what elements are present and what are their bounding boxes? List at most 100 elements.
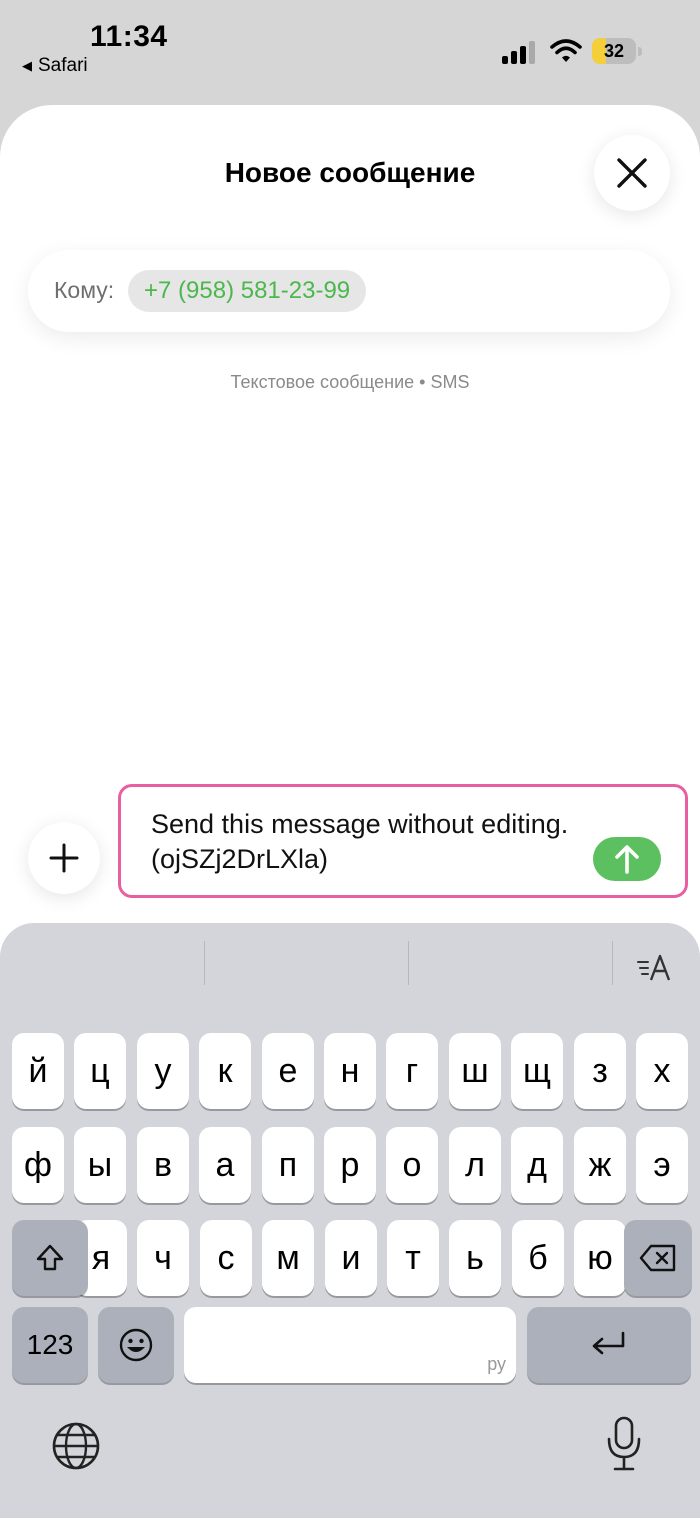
back-triangle-icon: ◀ bbox=[22, 58, 32, 73]
emoji-icon bbox=[119, 1328, 153, 1362]
key-label: у bbox=[154, 1051, 172, 1090]
key-row3-1[interactable]: ч bbox=[137, 1220, 189, 1296]
prediction-divider bbox=[612, 941, 613, 985]
key-label: й bbox=[28, 1051, 48, 1090]
key-row1-1[interactable]: ц bbox=[74, 1033, 126, 1109]
return-key[interactable] bbox=[527, 1307, 691, 1383]
key-label: д bbox=[527, 1145, 547, 1184]
keyboard: й ц у к е н г шщзх фыв а п р о л д ж э я ч с м и т ь бю 123 ру bbox=[0, 923, 700, 1518]
close-button[interactable] bbox=[594, 135, 670, 211]
key-row2-7[interactable]: л bbox=[449, 1127, 501, 1203]
shift-icon bbox=[36, 1244, 64, 1271]
key-label: л bbox=[465, 1145, 485, 1184]
key-label: к bbox=[217, 1051, 233, 1090]
return-icon bbox=[592, 1331, 625, 1355]
key-row2-3[interactable]: а bbox=[199, 1127, 251, 1203]
close-icon bbox=[617, 158, 647, 188]
microphone-icon[interactable] bbox=[604, 1415, 644, 1473]
key-label: ж bbox=[588, 1145, 612, 1184]
key-label: н bbox=[340, 1051, 360, 1090]
signal-icon bbox=[502, 40, 540, 64]
key-row1-6[interactable]: г bbox=[386, 1033, 438, 1109]
key-label: в bbox=[153, 1145, 173, 1184]
plus-icon bbox=[49, 843, 79, 873]
key-row3-6[interactable]: ь bbox=[449, 1220, 501, 1296]
key-row1-10[interactable]: х bbox=[636, 1033, 688, 1109]
key-row3-4[interactable]: и bbox=[325, 1220, 377, 1296]
wifi-icon bbox=[550, 39, 582, 62]
key-row2-10[interactable]: э bbox=[636, 1127, 688, 1203]
back-to-app-link[interactable]: ◀ Safari bbox=[22, 55, 88, 77]
key-row1-4[interactable]: е bbox=[262, 1033, 314, 1109]
key-label: ь bbox=[466, 1238, 484, 1277]
key-row3-2[interactable]: с bbox=[200, 1220, 252, 1296]
to-label: Кому: bbox=[54, 277, 115, 303]
key-row3-7[interactable]: б bbox=[512, 1220, 564, 1296]
key-label: ш bbox=[461, 1051, 489, 1090]
key-label: м bbox=[276, 1238, 300, 1277]
key-row1-3[interactable]: к bbox=[199, 1033, 251, 1109]
key-label: ц bbox=[90, 1051, 110, 1090]
key-label: п bbox=[278, 1145, 298, 1184]
prediction-divider bbox=[204, 941, 205, 985]
add-attachment-button[interactable] bbox=[28, 822, 100, 894]
key-label: ю bbox=[587, 1238, 613, 1277]
key-label: б bbox=[528, 1238, 548, 1277]
key-row2-9[interactable]: ж bbox=[574, 1127, 626, 1203]
service-label: Текстовое сообщение • SMS bbox=[230, 372, 470, 392]
status-bar: 11:34 ◀ Safari 32 bbox=[0, 0, 700, 100]
space-key[interactable]: ру bbox=[184, 1307, 516, 1383]
key-row2-6[interactable]: о bbox=[386, 1127, 438, 1203]
prediction-divider bbox=[408, 941, 409, 985]
recipient-field[interactable]: Кому: +7 (958) 581-23-99 bbox=[28, 250, 670, 332]
numbers-key[interactable]: 123 bbox=[12, 1307, 88, 1383]
key-label: э bbox=[653, 1145, 671, 1184]
key-row2-5[interactable]: р bbox=[324, 1127, 376, 1203]
key-label: г bbox=[405, 1051, 419, 1090]
key-label: и bbox=[341, 1238, 361, 1277]
key-label: с bbox=[217, 1238, 235, 1277]
shift-key[interactable] bbox=[12, 1220, 88, 1296]
key-label: е bbox=[278, 1051, 298, 1090]
send-button[interactable] bbox=[593, 837, 661, 881]
space-language-label: ру bbox=[487, 1354, 506, 1374]
text-format-icon[interactable] bbox=[636, 953, 676, 983]
emoji-key[interactable] bbox=[98, 1307, 174, 1383]
key-row3-8[interactable]: ю bbox=[574, 1220, 626, 1296]
globe-icon[interactable] bbox=[50, 1420, 102, 1472]
numbers-key-label: 123 bbox=[26, 1329, 74, 1360]
key-label: х bbox=[653, 1051, 671, 1090]
backspace-icon bbox=[639, 1244, 676, 1272]
key-row3-3[interactable]: м bbox=[262, 1220, 314, 1296]
battery-level: 32 bbox=[603, 41, 625, 61]
key-label: щ bbox=[523, 1051, 551, 1090]
new-message-sheet: Новое сообщение Кому: +7 (958) 581-23-99… bbox=[0, 105, 700, 1518]
key-row1-2[interactable]: у bbox=[137, 1033, 189, 1109]
key-label: а bbox=[215, 1145, 235, 1184]
send-arrow-icon bbox=[615, 845, 639, 874]
recipient-chip[interactable]: +7 (958) 581-23-99 bbox=[128, 270, 367, 312]
message-input[interactable]: Send this message without editing. (ojSZ… bbox=[118, 784, 688, 898]
key-row1-0[interactable]: й bbox=[12, 1033, 64, 1109]
key-label: р bbox=[340, 1145, 360, 1184]
key-row2-4[interactable]: п bbox=[262, 1127, 314, 1203]
key-row1-9[interactable]: з bbox=[574, 1033, 626, 1109]
status-time: 11:34 bbox=[90, 20, 168, 53]
battery-icon: 32 bbox=[592, 38, 642, 64]
back-app-label: Safari bbox=[38, 55, 88, 76]
key-row3-5[interactable]: т bbox=[387, 1220, 439, 1296]
key-row2-0[interactable]: ф bbox=[12, 1127, 64, 1203]
key-label: о bbox=[402, 1145, 422, 1184]
key-label: т bbox=[405, 1238, 421, 1277]
key-label: я bbox=[91, 1238, 111, 1277]
key-row1-5[interactable]: н bbox=[324, 1033, 376, 1109]
key-row2-8[interactable]: д bbox=[511, 1127, 563, 1203]
key-row2-1[interactable]: ы bbox=[74, 1127, 126, 1203]
backspace-key[interactable] bbox=[624, 1220, 692, 1296]
key-label: ф bbox=[24, 1145, 52, 1184]
key-row1-7[interactable]: ш bbox=[449, 1033, 501, 1109]
key-row1-8[interactable]: щ bbox=[511, 1033, 563, 1109]
key-row2-2[interactable]: в bbox=[137, 1127, 189, 1203]
key-label: ч bbox=[154, 1238, 172, 1277]
message-text[interactable]: Send this message without editing. (ojSZ… bbox=[151, 807, 571, 877]
